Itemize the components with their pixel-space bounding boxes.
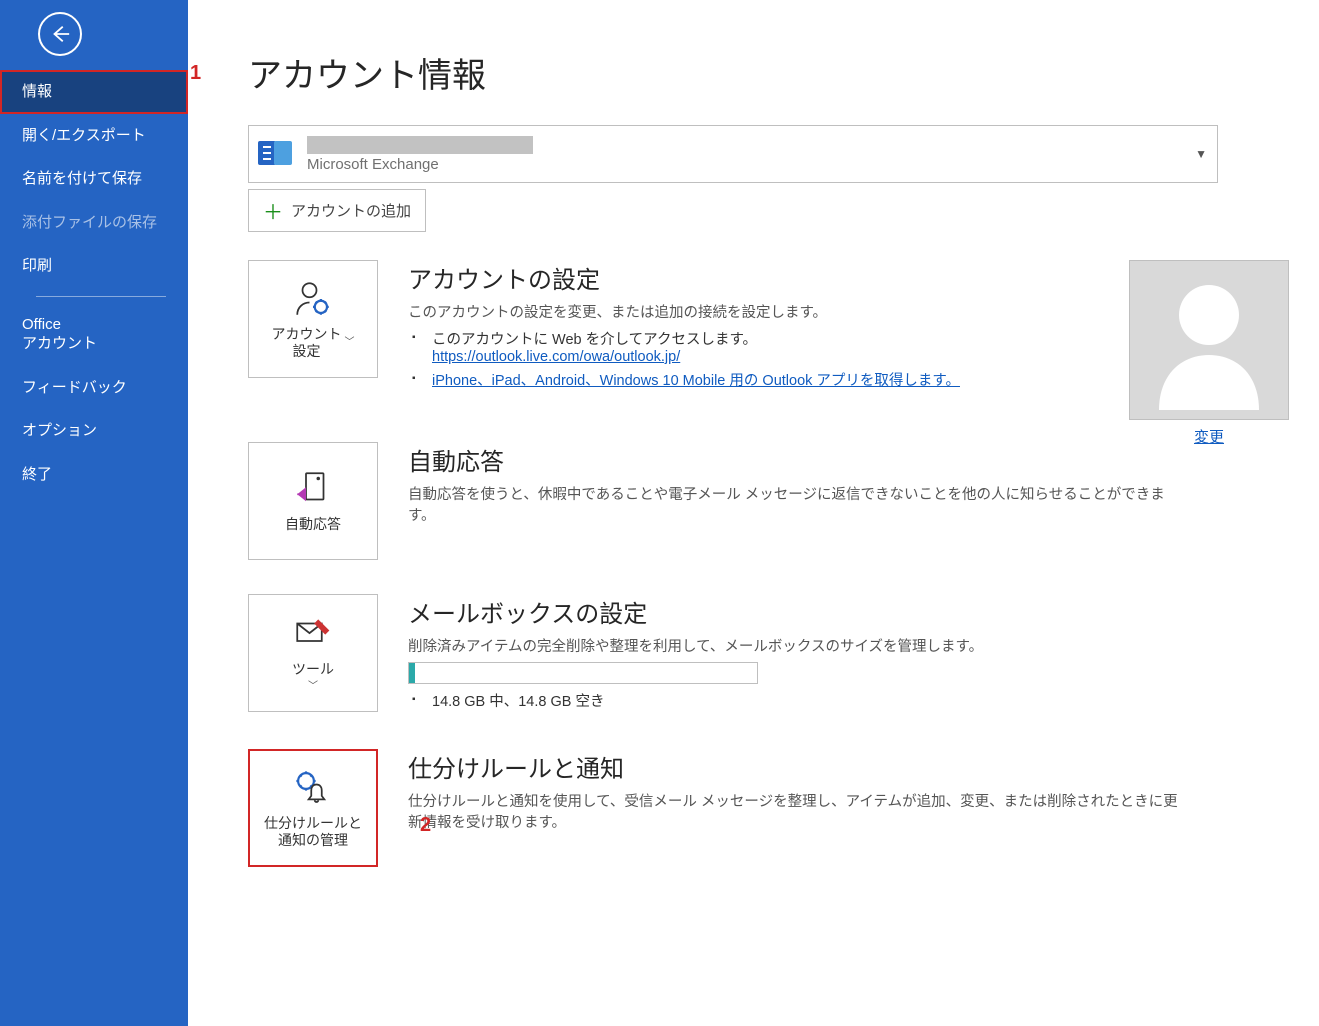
exchange-icon [255,133,295,176]
tools-tile-label: ツール [292,661,334,679]
nav-exit[interactable]: 終了 [0,453,188,497]
annotation-1: 1 [190,62,201,85]
rules-alerts-tile[interactable]: 仕分けルールと 通知の管理 [248,749,378,867]
account-type: Microsoft Exchange [307,156,1183,173]
profile-avatar [1129,260,1289,420]
mailbox-tools-icon [292,613,334,655]
rules-bell-icon [292,767,334,809]
owa-link[interactable]: https://outlook.live.com/owa/outlook.jp/ [432,349,680,365]
user-gear-icon [292,278,334,320]
storage-text: 14.8 GB 中、14.8 GB 空き [432,690,1188,711]
auto-reply-desc: 自動応答を使うと、休暇中であることや電子メール メッセージに返信できないことを他… [408,483,1188,525]
nav-print[interactable]: 印刷 [0,244,188,288]
nav-separator [36,296,166,297]
rules-alerts-tile-label: 仕分けルールと 通知の管理 [264,815,362,850]
account-settings-tile-label: アカウント 設定 [272,326,342,361]
nav-feedback[interactable]: フィードバック [0,366,188,410]
account-email-redacted [307,136,533,154]
nav-info[interactable]: 情報 [0,70,188,114]
page-title: アカウント情報 [248,48,1289,97]
nav-options[interactable]: オプション [0,409,188,453]
chevron-down-icon: ﹀ [308,681,318,694]
add-account-button[interactable]: ＋ アカウントの追加 [248,189,426,232]
auto-reply-title: 自動応答 [408,442,1188,477]
nav-open-export[interactable]: 開く/エクスポート [0,114,188,158]
account-settings-tile[interactable]: アカウント 設定﹀ [248,260,378,378]
storage-bar [408,662,758,684]
chevron-down-icon: ﹀ [345,337,355,350]
mobile-apps-link[interactable]: iPhone、iPad、Android、Windows 10 Mobile 用の… [432,373,960,389]
plus-icon: ＋ [263,196,283,225]
auto-reply-icon [292,468,334,510]
arrow-left-icon [49,23,71,45]
mailbox-settings-title: メールボックスの設定 [408,594,1188,629]
account-selector[interactable]: Microsoft Exchange ▼ [248,125,1218,183]
account-settings-desc: このアカウントの設定を変更、または追加の接続を設定します。 [408,301,1188,322]
add-account-label: アカウントの追加 [291,200,411,221]
auto-reply-tile[interactable]: 自動応答 [248,442,378,560]
annotation-2: 2 [420,814,431,837]
rules-alerts-title: 仕分けルールと通知 [408,749,1188,784]
account-settings-title: アカウントの設定 [408,260,1188,295]
mailbox-settings-desc: 削除済みアイテムの完全削除や整理を利用して、メールボックスのサイズを管理します。 [408,635,1188,656]
web-access-text: このアカウントに Web を介してアクセスします。 [432,332,757,348]
nav-office-account[interactable]: Office アカウント [0,303,188,366]
person-icon [1149,270,1269,410]
nav-save-attachment: 添付ファイルの保存 [0,201,188,245]
tools-tile[interactable]: ツール ﹀ [248,594,378,712]
chevron-down-icon: ▼ [1195,147,1207,161]
auto-reply-tile-label: 自動応答 [285,516,341,534]
nav-save-as[interactable]: 名前を付けて保存 [0,157,188,201]
rules-alerts-desc: 仕分けルールと通知を使用して、受信メール メッセージを整理し、アイテムが追加、変… [408,790,1188,832]
back-button[interactable] [38,12,82,56]
